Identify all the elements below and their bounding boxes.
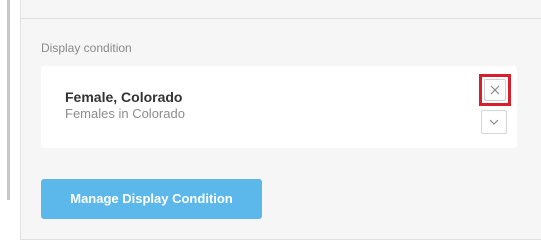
condition-name: Female, Colorado [65, 89, 183, 105]
left-divider [7, 0, 10, 200]
expand-condition-button[interactable] [481, 110, 507, 134]
remove-condition-button-inner[interactable] [484, 79, 506, 101]
condition-description: Females in Colorado [65, 106, 185, 121]
display-condition-screen: Display condition Female, Colorado Femal… [0, 0, 541, 240]
panel-top-divider [20, 18, 541, 19]
condition-card: Female, Colorado Females in Colorado [41, 66, 517, 148]
chevron-down-icon [489, 119, 499, 125]
remove-condition-button[interactable] [479, 74, 511, 106]
manage-display-condition-button[interactable]: Manage Display Condition [41, 179, 262, 219]
section-label: Display condition [41, 41, 132, 55]
close-icon [490, 85, 500, 95]
